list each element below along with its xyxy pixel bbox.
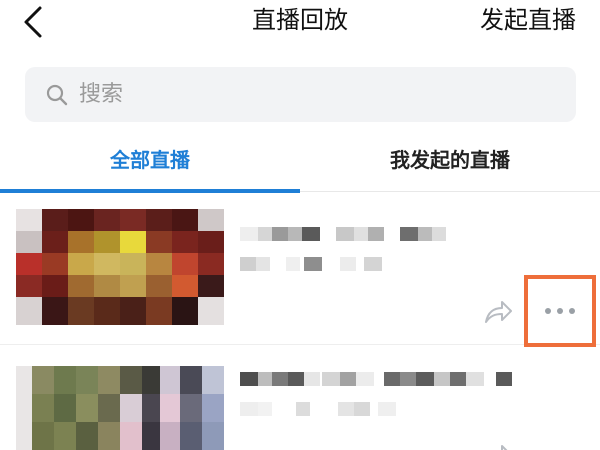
share-button[interactable]: [482, 442, 514, 450]
item-subtitle: [240, 255, 390, 277]
more-options-button[interactable]: [524, 275, 596, 347]
tab-all-live[interactable]: 全部直播: [0, 146, 300, 174]
search-bar[interactable]: [25, 67, 576, 122]
search-icon: [46, 84, 68, 105]
item-title: [240, 370, 520, 392]
search-input[interactable]: [79, 82, 499, 107]
share-button[interactable]: [482, 298, 514, 326]
item-subtitle: [240, 400, 400, 422]
list-item[interactable]: [0, 205, 600, 347]
tab-my-live[interactable]: 我发起的直播: [300, 146, 600, 174]
item-title: [240, 225, 460, 247]
start-live-button[interactable]: 发起直播: [480, 4, 576, 36]
active-tab-indicator: [0, 189, 300, 193]
pixelated-video-thumbnail[interactable]: [16, 209, 224, 325]
list-item[interactable]: [0, 350, 600, 450]
pixelated-video-thumbnail[interactable]: [16, 366, 224, 450]
more-dots-icon: [542, 308, 578, 314]
share-icon: [485, 301, 512, 323]
top-bar: 直播回放 发起直播: [0, 0, 600, 50]
share-icon: [501, 445, 508, 450]
tab-bar: 全部直播 我发起的直播: [0, 130, 600, 193]
